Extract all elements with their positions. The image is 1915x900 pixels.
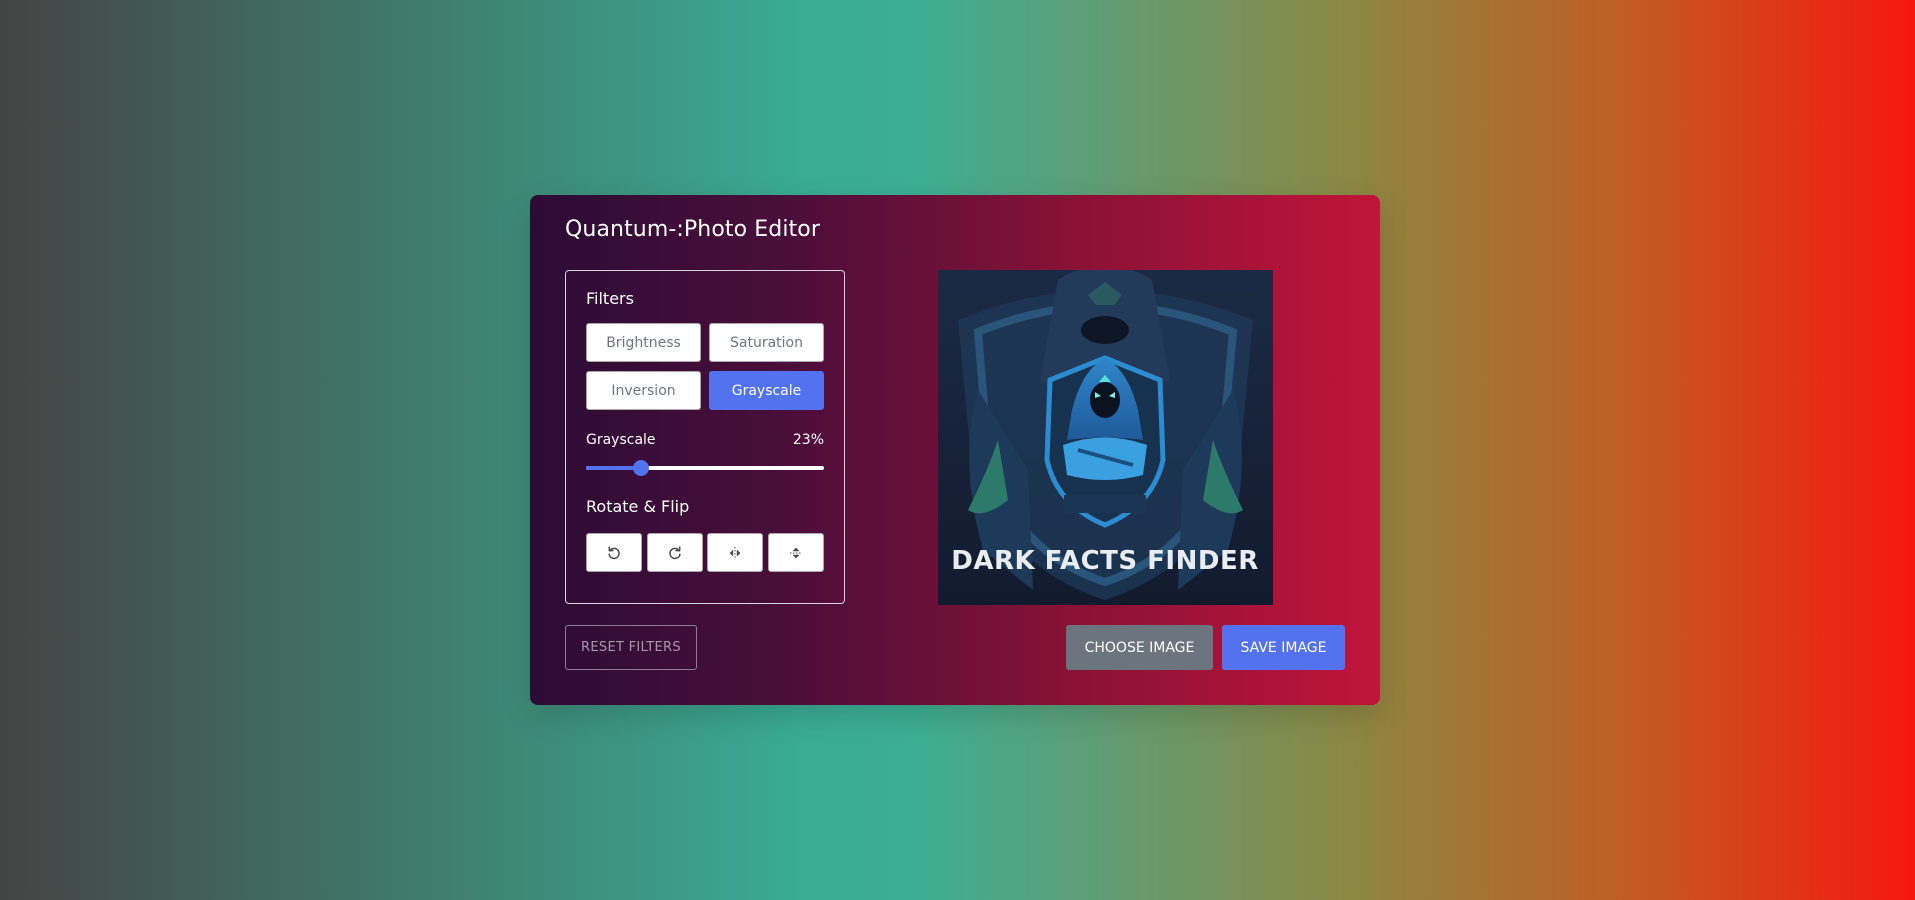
reset-filters-button[interactable]: RESET FILTERS: [565, 625, 697, 670]
flip-vertical-icon: [790, 547, 802, 558]
filters-heading: Filters: [586, 289, 634, 308]
rotate-right-button[interactable]: [647, 533, 703, 572]
rotate-left-button[interactable]: [586, 533, 642, 572]
slider-name-label: Grayscale: [586, 432, 656, 448]
slider-thumb[interactable]: [632, 460, 649, 476]
brightness-filter-button[interactable]: Brightness: [586, 323, 701, 362]
slider-value-label: 23%: [792, 432, 824, 448]
rotate-left-icon: [608, 545, 620, 559]
editor-card: Quantum-:Photo Editor Filters Brightness…: [530, 195, 1380, 705]
flip-horizontal-icon: [729, 546, 741, 559]
inversion-filter-button[interactable]: Inversion: [586, 371, 701, 410]
flip-vertical-button[interactable]: [768, 533, 824, 572]
image-preview: DARK FACTS FINDER: [938, 270, 1273, 605]
save-image-button[interactable]: SAVE IMAGE: [1222, 625, 1345, 670]
app-title: Quantum-:Photo Editor: [565, 217, 820, 242]
filter-slider[interactable]: [586, 460, 824, 476]
flip-horizontal-button[interactable]: [707, 533, 763, 572]
preview-logo-image: DARK FACTS FINDER: [938, 270, 1273, 605]
choose-image-button[interactable]: CHOOSE IMAGE: [1066, 625, 1213, 670]
rotate-flip-heading: Rotate & Flip: [586, 497, 690, 516]
controls-panel: Filters Brightness Saturation Inversion …: [565, 270, 845, 604]
preview-logo-text: DARK FACTS FINDER: [951, 546, 1258, 576]
saturation-filter-button[interactable]: Saturation: [709, 323, 824, 362]
grayscale-filter-button[interactable]: Grayscale: [709, 371, 824, 410]
rotate-right-icon: [669, 545, 681, 559]
